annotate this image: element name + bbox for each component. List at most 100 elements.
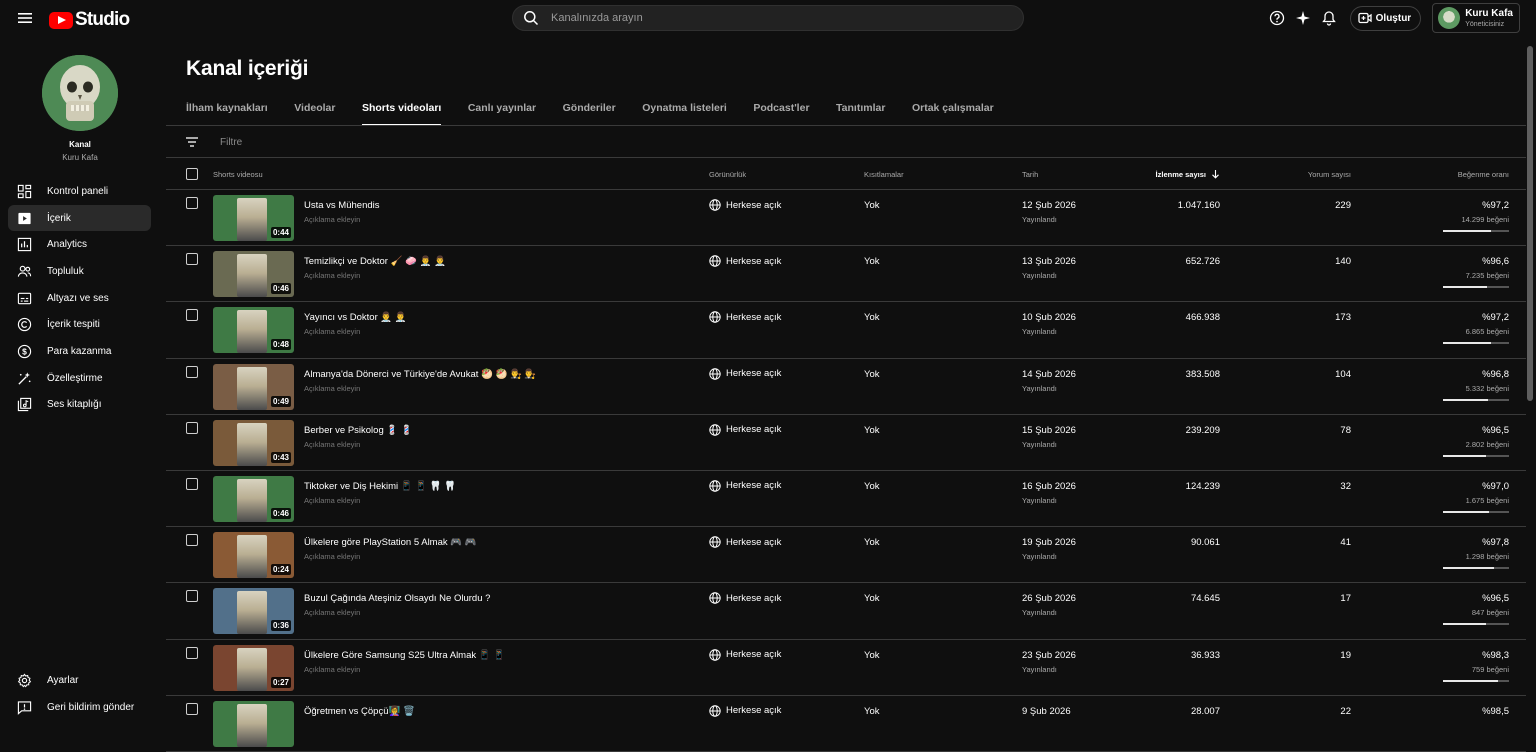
- header-likes[interactable]: Beğenme oranı: [1458, 170, 1509, 179]
- table-row[interactable]: Öğretmen vs Çöpçü👩‍🏫 🗑️ Herkese açık Yok…: [166, 696, 1526, 752]
- channel-avatar[interactable]: [42, 55, 118, 131]
- video-title[interactable]: Almanya'da Dönerci ve Türkiye'de Avukat …: [304, 369, 536, 380]
- video-title[interactable]: Yayıncı vs Doktor 👨‍⚕️ 👨‍⚕️: [304, 312, 407, 323]
- video-title[interactable]: Tiktoker ve Diş Hekimi 📱 📱 🦷 🦷: [304, 481, 456, 492]
- create-button[interactable]: Oluştur: [1349, 5, 1422, 31]
- sidebar-item-feedback[interactable]: Geri bildirim gönder: [8, 694, 151, 721]
- video-title[interactable]: Buzul Çağında Ateşiniz Olsaydı Ne Olurdu…: [304, 593, 490, 604]
- header-comments[interactable]: Yorum sayısı: [1308, 170, 1351, 179]
- video-thumbnail[interactable]: [213, 700, 294, 747]
- header-restrictions[interactable]: Kısıtlamalar: [864, 170, 904, 179]
- row-checkbox[interactable]: [186, 365, 198, 378]
- visibility-cell[interactable]: Herkese açık: [709, 648, 781, 661]
- help-icon[interactable]: [1269, 10, 1285, 26]
- row-checkbox[interactable]: [186, 421, 198, 434]
- header-visibility[interactable]: Görünürlük: [709, 170, 746, 179]
- video-thumbnail[interactable]: 0:36: [213, 588, 294, 635]
- tab-inspiration[interactable]: İlham kaynakları: [186, 102, 268, 126]
- video-title[interactable]: Ülkelere göre PlayStation 5 Almak 🎮 🎮: [304, 537, 477, 548]
- account-switcher[interactable]: Kuru Kafa Yöneticisiniz: [1432, 3, 1520, 33]
- table-row[interactable]: 0:46 Temizlikçi ve Doktor 🧹 🧼 👨‍⚕️ 👨‍⚕️ …: [166, 246, 1526, 303]
- tab-playlists[interactable]: Oynatma listeleri: [642, 102, 727, 126]
- add-description-link[interactable]: Açıklama ekleyin: [304, 665, 360, 674]
- video-thumbnail[interactable]: 0:46: [213, 251, 294, 298]
- studio-logo[interactable]: Studio: [49, 9, 130, 31]
- row-checkbox[interactable]: [186, 590, 198, 603]
- video-thumbnail[interactable]: 0:48: [213, 307, 294, 354]
- search-icon[interactable]: [523, 10, 539, 26]
- visibility-cell[interactable]: Herkese açık: [709, 592, 781, 605]
- row-checkbox[interactable]: [186, 309, 198, 322]
- sidebar-item-community[interactable]: Topluluk: [8, 258, 151, 285]
- page-scrollbar[interactable]: [1527, 46, 1533, 401]
- video-thumbnail[interactable]: 0:27: [213, 644, 294, 691]
- select-all-checkbox[interactable]: [186, 168, 198, 180]
- video-thumbnail[interactable]: 0:46: [213, 475, 294, 522]
- sidebar-item-settings[interactable]: Ayarlar: [8, 667, 151, 694]
- video-thumbnail[interactable]: 0:43: [213, 419, 294, 466]
- row-checkbox[interactable]: [186, 477, 198, 490]
- video-title[interactable]: Berber ve Psikolog 💈 💈: [304, 425, 413, 436]
- table-row[interactable]: 0:36 Buzul Çağında Ateşiniz Olsaydı Ne O…: [166, 583, 1526, 640]
- header-date[interactable]: Tarih: [1022, 170, 1038, 179]
- tab-collaborations[interactable]: Ortak çalışmalar: [912, 102, 994, 126]
- tab-podcasts[interactable]: Podcast'ler: [753, 102, 809, 126]
- sidebar-item-dashboard[interactable]: Kontrol paneli: [8, 178, 151, 205]
- add-description-link[interactable]: Açıklama ekleyin: [304, 496, 360, 505]
- sidebar-item-content[interactable]: İçerik: [8, 204, 151, 232]
- visibility-cell[interactable]: Herkese açık: [709, 480, 781, 492]
- sparkle-icon[interactable]: [1295, 10, 1311, 26]
- video-thumbnail[interactable]: 0:49: [213, 363, 294, 410]
- table-row[interactable]: 0:44 Usta vs Mühendis Açıklama ekleyin H…: [166, 190, 1526, 247]
- add-description-link[interactable]: Açıklama ekleyin: [304, 384, 360, 393]
- filter-icon[interactable]: [185, 135, 199, 149]
- tab-live[interactable]: Canlı yayınlar: [468, 102, 536, 126]
- table-row[interactable]: 0:27 Ülkelere Göre Samsung S25 Ultra Alm…: [166, 640, 1526, 696]
- add-description-link[interactable]: Açıklama ekleyin: [304, 440, 360, 449]
- video-thumbnail[interactable]: 0:44: [213, 195, 294, 241]
- add-description-link[interactable]: Açıklama ekleyin: [304, 215, 360, 224]
- visibility-cell[interactable]: Herkese açık: [709, 424, 781, 436]
- row-checkbox[interactable]: [186, 702, 198, 715]
- video-title[interactable]: Temizlikçi ve Doktor 🧹 🧼 👨‍⚕️ 👨‍⚕️: [304, 256, 446, 267]
- visibility-cell[interactable]: Herkese açık: [709, 367, 781, 380]
- tab-posts[interactable]: Gönderiler: [563, 102, 616, 126]
- sidebar-item-monetization[interactable]: $ Para kazanma: [8, 338, 151, 365]
- visibility-cell[interactable]: Herkese açık: [709, 704, 781, 717]
- video-thumbnail[interactable]: 0:24: [213, 532, 294, 579]
- sidebar-item-analytics[interactable]: Analytics: [8, 231, 151, 258]
- sidebar-item-audio-library[interactable]: Ses kitaplığı: [8, 392, 151, 419]
- header-views[interactable]: İzlenme sayısı: [1156, 170, 1206, 179]
- search-bar[interactable]: [512, 5, 1024, 31]
- visibility-cell[interactable]: Herkese açık: [709, 255, 781, 267]
- tab-videos[interactable]: Videolar: [294, 102, 335, 126]
- table-row[interactable]: 0:49 Almanya'da Dönerci ve Türkiye'de Av…: [166, 359, 1526, 415]
- notifications-bell-icon[interactable]: [1321, 10, 1337, 26]
- video-title[interactable]: Ülkelere Göre Samsung S25 Ultra Almak 📱 …: [304, 650, 505, 661]
- filter-input[interactable]: [220, 134, 620, 150]
- search-input[interactable]: [551, 12, 1023, 24]
- sort-down-arrow-icon[interactable]: [1211, 169, 1220, 179]
- sidebar-item-subtitles[interactable]: Altyazı ve ses: [8, 285, 151, 312]
- add-description-link[interactable]: Açıklama ekleyin: [304, 327, 360, 336]
- row-checkbox[interactable]: [186, 646, 198, 659]
- header-video[interactable]: Shorts videosu: [213, 170, 263, 179]
- video-title[interactable]: Öğretmen vs Çöpçü👩‍🏫 🗑️: [304, 706, 415, 717]
- row-checkbox[interactable]: [186, 534, 198, 547]
- row-checkbox[interactable]: [186, 253, 198, 266]
- table-row[interactable]: 0:48 Yayıncı vs Doktor 👨‍⚕️ 👨‍⚕️ Açıklam…: [166, 302, 1526, 359]
- visibility-cell[interactable]: Herkese açık: [709, 199, 781, 211]
- sidebar-item-copyright[interactable]: İçerik tespiti: [8, 311, 151, 338]
- add-description-link[interactable]: Açıklama ekleyin: [304, 608, 360, 617]
- tab-shorts[interactable]: Shorts videoları: [361, 102, 442, 126]
- table-row[interactable]: 0:43 Berber ve Psikolog 💈 💈 Açıklama ekl…: [166, 415, 1526, 471]
- add-description-link[interactable]: Açıklama ekleyin: [304, 552, 360, 561]
- hamburger-menu-icon[interactable]: [17, 10, 33, 26]
- tab-promotions[interactable]: Tanıtımlar: [836, 102, 885, 126]
- table-row[interactable]: 0:24 Ülkelere göre PlayStation 5 Almak 🎮…: [166, 527, 1526, 584]
- video-title[interactable]: Usta vs Mühendis: [304, 200, 380, 211]
- visibility-cell[interactable]: Herkese açık: [709, 536, 781, 548]
- visibility-cell[interactable]: Herkese açık: [709, 311, 781, 324]
- sidebar-item-customization[interactable]: Özelleştirme: [8, 365, 151, 392]
- row-checkbox[interactable]: [186, 197, 198, 209]
